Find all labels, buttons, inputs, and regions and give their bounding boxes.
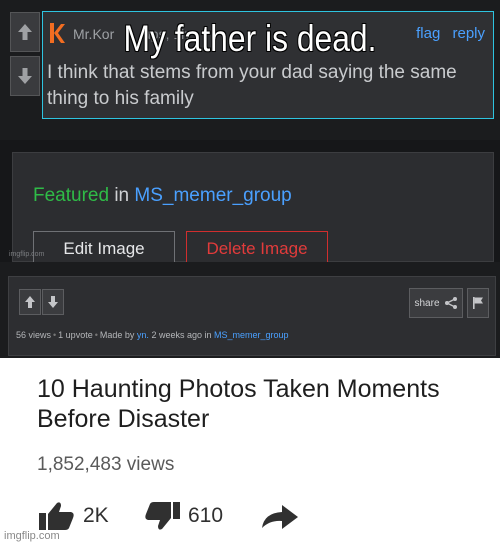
share-arrow-icon xyxy=(262,505,298,529)
dislike-action[interactable]: 610 xyxy=(142,501,223,531)
flag-icon xyxy=(473,297,483,309)
thumbs-up-icon xyxy=(39,502,74,530)
featured-stream-link[interactable]: MS_memer_group xyxy=(134,185,291,206)
featured-box: Featured in MS_memer_group Edit Image De… xyxy=(12,152,494,265)
edit-image-button[interactable]: Edit Image xyxy=(33,231,175,265)
video-title: 10 Haunting Photos Taken Moments Before … xyxy=(37,375,440,433)
imgflip-watermark: imgflip.com xyxy=(9,251,45,258)
image-meta: 56 views • 1 upvote • Made by yn. 2 weeks ag… xyxy=(16,330,289,340)
like-count: 2K xyxy=(83,504,109,527)
imgflip-watermark: imgflip.com xyxy=(4,530,60,542)
arrow-up-icon xyxy=(18,24,32,40)
arrow-down-icon xyxy=(48,296,58,308)
share-action[interactable] xyxy=(258,501,300,531)
view-count: 56 views xyxy=(16,330,52,340)
like-action[interactable]: 2K xyxy=(37,501,109,531)
video-views: 1,852,483 views xyxy=(37,454,175,475)
featured-line: Featured in MS_memer_group xyxy=(33,185,292,207)
featured-label: Featured xyxy=(33,185,110,206)
comment-downvote-button[interactable] xyxy=(10,56,40,96)
meme-caption: My father is dead. xyxy=(123,18,377,59)
flag-button[interactable] xyxy=(467,288,489,318)
arrow-up-icon xyxy=(25,296,35,308)
author-link[interactable]: yn. xyxy=(137,330,149,340)
image-upvote-button[interactable] xyxy=(19,289,41,315)
upvote-count: 1 upvote xyxy=(58,330,93,340)
image-downvote-button[interactable] xyxy=(42,289,64,315)
featured-panel: Featured in MS_memer_group Edit Image De… xyxy=(0,140,500,265)
stream-link[interactable]: MS_memer_group xyxy=(214,330,289,340)
delete-image-button[interactable]: Delete Image xyxy=(186,231,328,265)
thumbs-down-icon xyxy=(145,502,180,530)
share-icon xyxy=(444,297,457,309)
share-label: share xyxy=(414,297,440,309)
made-by-label: Made by xyxy=(99,330,135,340)
comment-panel: Mr.Kor ups, 1h flag reply I think that s… xyxy=(0,0,500,140)
stats-box: share 56 views • 1 upvote • Made by yn. 2 we… xyxy=(8,276,496,356)
stats-panel: share 56 views • 1 upvote • Made by yn. 2 we… xyxy=(0,262,500,358)
comment-text: I think that stems from your dad saying … xyxy=(47,62,457,109)
post-time: 2 weeks ago in xyxy=(151,330,212,340)
share-button[interactable]: share xyxy=(409,288,463,318)
featured-in-word: in xyxy=(114,185,130,206)
video-panel: 10 Haunting Photos Taken Moments Before … xyxy=(0,358,500,547)
dislike-count: 610 xyxy=(188,504,224,527)
arrow-down-icon xyxy=(18,68,32,84)
